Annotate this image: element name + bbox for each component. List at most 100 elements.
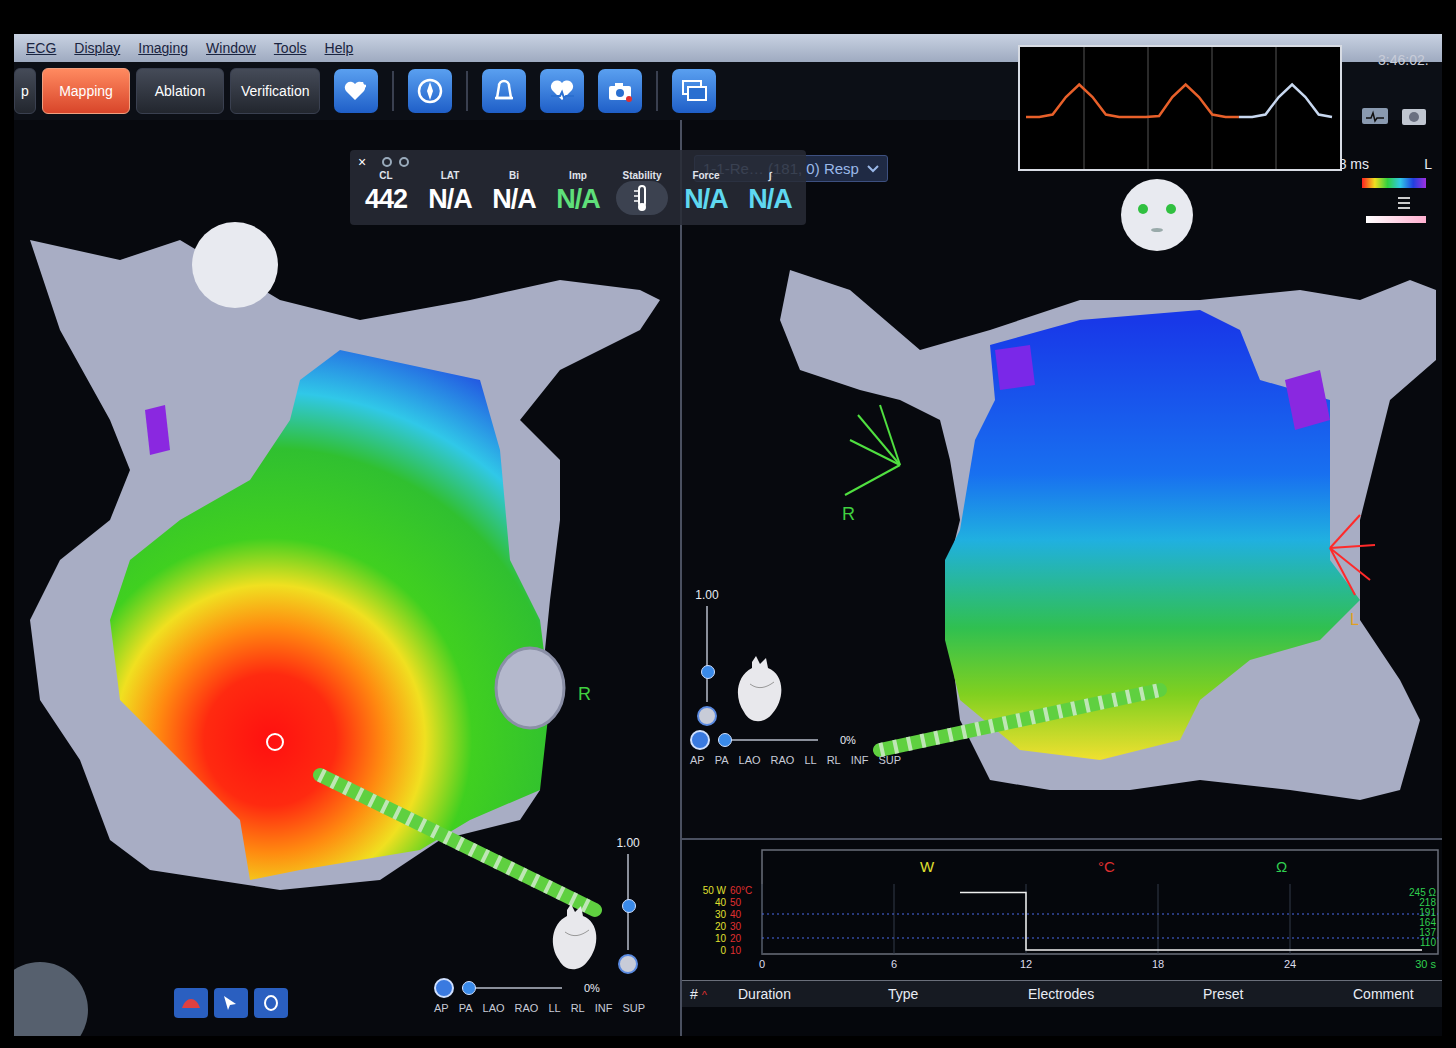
camera-icon[interactable] xyxy=(598,69,642,113)
top-right-icons xyxy=(1360,106,1428,128)
opacity-slider[interactable] xyxy=(718,739,818,741)
catheter[interactable] xyxy=(320,775,595,910)
column-header[interactable]: Preset xyxy=(1203,986,1353,1002)
view-button[interactable] xyxy=(434,978,454,998)
sort-icon[interactable]: ^ xyxy=(702,989,707,1001)
menu-item[interactable]: Window xyxy=(206,40,256,56)
menu-item[interactable]: Help xyxy=(325,40,354,56)
view-preset-button[interactable]: PA xyxy=(459,1002,473,1014)
readout-cell: CL442 xyxy=(358,170,414,217)
heart-model-icon[interactable] xyxy=(732,654,788,726)
svg-text:10: 10 xyxy=(730,945,742,956)
view-preset-button[interactable]: INF xyxy=(595,1002,613,1014)
orientation-widget[interactable] xyxy=(14,962,88,1036)
view-preset-button[interactable]: RAO xyxy=(515,1002,539,1014)
reset-button[interactable] xyxy=(618,954,638,974)
svg-text:30: 30 xyxy=(715,909,727,920)
svg-text:40: 40 xyxy=(715,897,727,908)
mode-button[interactable]: p xyxy=(14,68,36,114)
view-preset-button[interactable]: LL xyxy=(548,1002,560,1014)
left-map-pane xyxy=(14,120,680,1036)
column-header[interactable]: Duration xyxy=(738,986,888,1002)
view-preset-button[interactable]: LL xyxy=(804,754,816,766)
lock-icon[interactable] xyxy=(254,988,288,1018)
bell-icon[interactable] xyxy=(482,69,526,113)
display-icon[interactable] xyxy=(1400,106,1428,128)
view-preset-button[interactable]: SUP xyxy=(878,754,901,766)
view-tools xyxy=(174,988,288,1018)
monitor-icon[interactable] xyxy=(1360,106,1390,128)
menu-item[interactable]: Display xyxy=(74,40,120,56)
chevron-down-icon xyxy=(867,165,879,173)
pin-icon[interactable] xyxy=(380,155,414,169)
svg-text:60°C: 60°C xyxy=(730,885,752,896)
svg-text:50: 50 xyxy=(730,897,742,908)
view-preset-button[interactable]: LAO xyxy=(739,754,761,766)
view-preset-button[interactable]: RL xyxy=(571,1002,585,1014)
opacity-slider[interactable] xyxy=(462,987,562,989)
stability-icon xyxy=(616,181,668,215)
heart-plus-icon[interactable] xyxy=(334,69,378,113)
close-button[interactable]: × xyxy=(358,154,366,170)
settings-icon[interactable] xyxy=(1396,196,1412,210)
pointer-icon[interactable] xyxy=(214,988,248,1018)
view-presets: AP PA LAO RAO LL RL INF SUP xyxy=(434,1002,645,1014)
color-scale: -8 msL xyxy=(1332,156,1442,236)
menu-item[interactable]: Imaging xyxy=(138,40,188,56)
readout-cell: BiN/A xyxy=(486,170,542,217)
menu-item[interactable]: Tools xyxy=(274,40,307,56)
mode-button[interactable]: Ablation xyxy=(136,68,224,114)
column-header[interactable]: #^ xyxy=(690,986,738,1002)
map-area: R RL ×CL442LATN/ABiN/AImpN/AStabilityForce… xyxy=(14,120,1442,1036)
view-preset-button[interactable]: AP xyxy=(690,754,705,766)
svg-text:R: R xyxy=(578,684,591,704)
face-orientation-icon xyxy=(1121,179,1193,251)
reset-button[interactable] xyxy=(697,706,717,726)
mode-button[interactable]: Mapping xyxy=(42,68,130,114)
svg-text:24: 24 xyxy=(1284,958,1296,970)
svg-text:Ω: Ω xyxy=(1276,858,1287,875)
screens-icon[interactable] xyxy=(672,69,716,113)
ecg-strip xyxy=(1018,45,1342,171)
column-header[interactable]: Comment xyxy=(1353,986,1442,1002)
catheter-readout: ×CL442LATN/ABiN/AImpN/AStabilityForceN/A… xyxy=(350,150,806,225)
svg-text:10: 10 xyxy=(715,933,727,944)
view-presets: AP PA LAO RAO LL RL INF SUP xyxy=(690,754,901,766)
photo-frame: ECG Display Imaging Window Tools Help pMapping… xyxy=(0,0,1456,1048)
view-preset-button[interactable]: LAO xyxy=(483,1002,505,1014)
view-button[interactable] xyxy=(690,730,710,750)
readout-cell: ImpN/A xyxy=(550,170,606,217)
svg-text:30 s: 30 s xyxy=(1415,958,1436,970)
view-preset-button[interactable]: RL xyxy=(827,754,841,766)
svg-text:50 W: 50 W xyxy=(703,885,727,896)
view-preset-button[interactable]: SUP xyxy=(622,1002,645,1014)
view-preset-button[interactable]: RAO xyxy=(771,754,795,766)
shell-icon[interactable] xyxy=(174,988,208,1018)
orientation-disc xyxy=(192,222,278,308)
column-header[interactable]: Type xyxy=(888,986,1028,1002)
readout-cell: LATN/A xyxy=(422,170,478,217)
color-scale-bar[interactable] xyxy=(1362,178,1426,188)
column-header[interactable]: Electrodes xyxy=(1028,986,1203,1002)
zoom-slider[interactable] xyxy=(706,606,708,702)
menu-item[interactable]: ECG xyxy=(26,40,56,56)
view-preset-button[interactable]: INF xyxy=(851,754,869,766)
svg-text:12: 12 xyxy=(1020,958,1032,970)
readout-cell: Stability xyxy=(614,170,670,217)
svg-text:18: 18 xyxy=(1152,958,1164,970)
heart-ecg-icon[interactable] xyxy=(540,69,584,113)
svg-text:R: R xyxy=(842,504,855,524)
view-preset-button[interactable]: AP xyxy=(434,1002,449,1014)
zoom-slider[interactable] xyxy=(627,854,629,950)
compass-icon[interactable] xyxy=(408,69,452,113)
heart-model-icon[interactable] xyxy=(547,902,603,974)
catheter[interactable] xyxy=(880,690,1160,750)
view-preset-button[interactable]: PA xyxy=(715,754,729,766)
svg-text:°C: °C xyxy=(1098,858,1115,875)
secondary-scale-bar xyxy=(1366,216,1426,223)
view-controls: 1.000%APPALAORAOLLRLINFSUP xyxy=(434,836,645,1014)
svg-text:W: W xyxy=(920,858,935,875)
mode-button[interactable]: Verification xyxy=(230,68,320,114)
ecg-trace xyxy=(1020,47,1340,169)
ablation-table-header: #^DurationTypeElectrodesPresetComment xyxy=(682,980,1442,1007)
